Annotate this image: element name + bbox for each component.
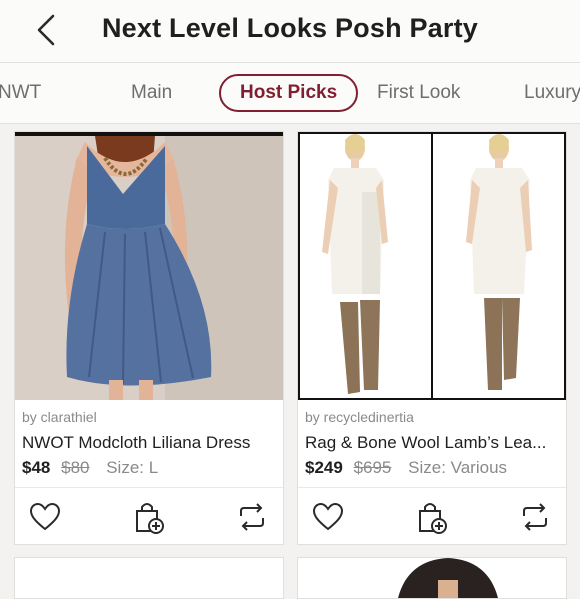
seller-name[interactable]: by clarathiel [22,409,97,425]
listing-photo[interactable] [15,132,283,400]
like-button[interactable] [28,500,62,534]
listing-title[interactable]: NWOT Modcloth Liliana Dress [22,433,250,453]
share-button[interactable] [518,500,552,534]
listing-actions [298,487,566,545]
listing-photo[interactable] [298,132,566,400]
party-tabs: NWT Main Host Picks First Look Luxury [0,63,580,124]
shopping-bag-plus-icon [419,503,447,534]
tab-first-look[interactable]: First Look [377,74,460,112]
listing-price: $249 [305,458,343,477]
price-row: $48 $80 Size: L [22,458,158,478]
listing-card[interactable]: by clarathiel NWOT Modcloth Liliana Dres… [14,131,284,545]
heart-icon [29,502,61,531]
add-to-bundle-button[interactable] [132,500,166,534]
tab-luxury[interactable]: Luxury [524,74,580,112]
original-price: $80 [61,458,90,477]
tab-host-picks[interactable]: Host Picks [219,74,359,112]
seller-name[interactable]: by recycledinertia [305,409,414,425]
listing-card[interactable]: by recycledinertia Rag & Bone Wool Lamb’… [297,131,567,545]
listing-price: $48 [22,458,51,477]
like-button[interactable] [311,500,345,534]
heart-icon [312,502,344,531]
tab-main[interactable]: Main [131,74,172,112]
share-arrows-icon [240,503,264,531]
add-to-bundle-button[interactable] [415,500,449,534]
listing-photo [398,558,498,598]
top-bar: Next Level Looks Posh Party [0,0,580,63]
shopping-bag-plus-icon [136,503,164,534]
share-arrows-icon [523,503,547,531]
listing-size: Size: L [106,458,159,477]
listing-card[interactable] [14,557,284,599]
listing-size: Size: Various [408,458,508,477]
tab-nwt[interactable]: NWT [0,74,41,112]
price-row: $249 $695 Size: Various [305,458,507,478]
listing-card[interactable] [297,557,567,599]
share-button[interactable] [235,500,269,534]
page-title: Next Level Looks Posh Party [101,13,479,43]
original-price: $695 [353,458,392,477]
listing-title[interactable]: Rag & Bone Wool Lamb’s Lea... [305,433,546,453]
listing-actions [15,487,283,545]
